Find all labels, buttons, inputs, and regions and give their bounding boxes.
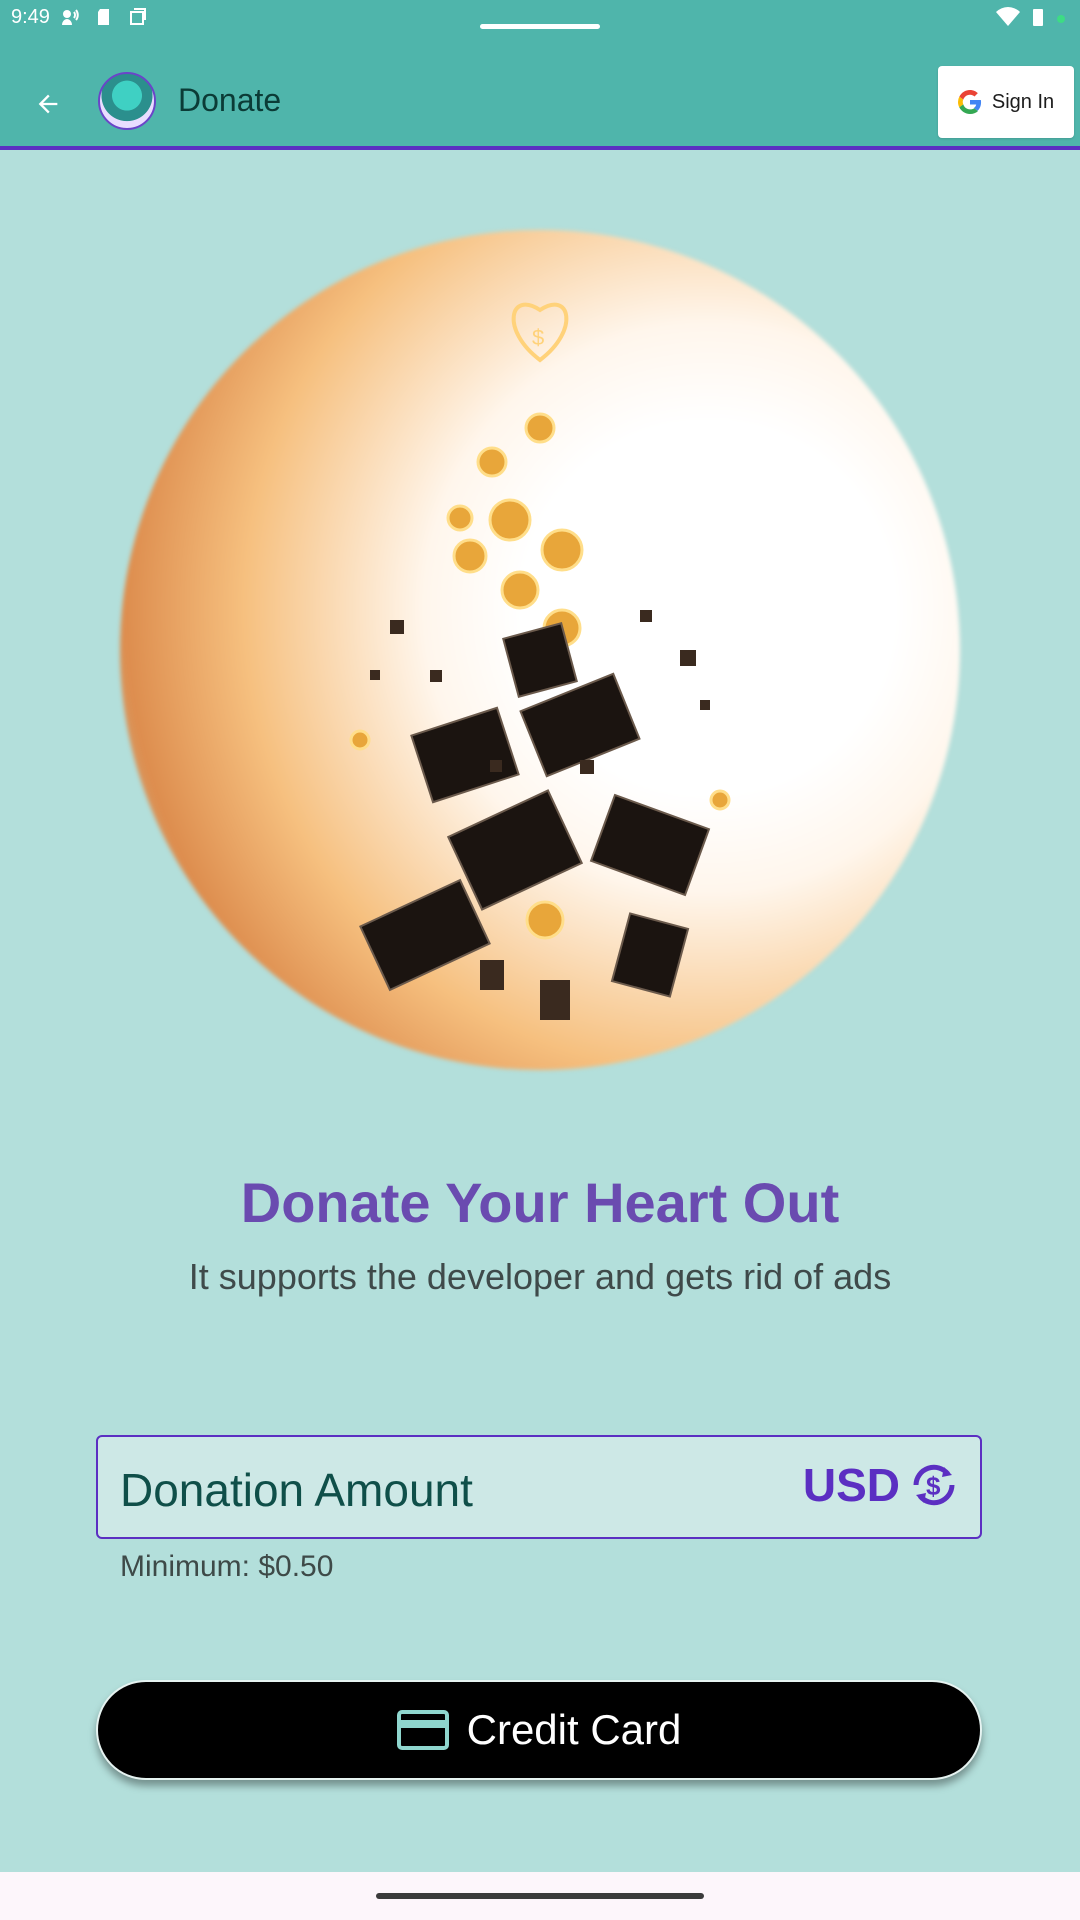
- donation-money-image: $: [349, 302, 731, 1020]
- sd-card-icon: [94, 7, 114, 27]
- app-logo: [98, 72, 156, 130]
- sign-in-label: Sign In: [991, 90, 1055, 113]
- drag-handle[interactable]: [480, 24, 600, 29]
- wifi-icon: [996, 7, 1020, 32]
- donation-amount-input[interactable]: Donation Amount USD $: [96, 1435, 982, 1539]
- minimum-amount-label: Minimum: $0.50: [120, 1550, 334, 1583]
- donate-subtitle: It supports the developer and gets rid o…: [188, 1256, 892, 1297]
- arrow-back-icon: [38, 94, 58, 114]
- google-icon: [957, 90, 981, 114]
- notification-dot-icon: [1056, 11, 1066, 29]
- svg-text:$: $: [926, 1471, 941, 1501]
- back-button[interactable]: [24, 80, 72, 128]
- app-bar: 9:49 Donate Sign In: [0, 0, 1080, 150]
- status-icons-left: [60, 7, 148, 27]
- hero-illustration: $: [100, 200, 980, 1100]
- donation-amount-placeholder: Donation Amount: [120, 1464, 473, 1516]
- sign-in-button[interactable]: Sign In: [938, 66, 1074, 138]
- credit-card-icon: [396, 1710, 449, 1750]
- battery-icon: [1032, 7, 1044, 32]
- cast-icon: [60, 7, 80, 27]
- currency-selector[interactable]: USD $: [803, 1455, 964, 1515]
- status-time: 9:49: [11, 6, 50, 28]
- donate-headline: Donate Your Heart Out: [240, 1171, 840, 1234]
- page-title: Donate: [178, 82, 282, 118]
- home-gesture-handle[interactable]: [376, 1893, 704, 1899]
- status-icons-right: [996, 7, 1066, 32]
- credit-card-label: Credit Card: [466, 1706, 682, 1753]
- currency-code: USD: [802, 1459, 900, 1511]
- svg-text:$: $: [532, 325, 544, 350]
- credit-card-button[interactable]: Credit Card: [96, 1680, 982, 1780]
- screenshot-icon: [128, 7, 148, 27]
- currency-exchange-icon: $: [913, 1464, 955, 1506]
